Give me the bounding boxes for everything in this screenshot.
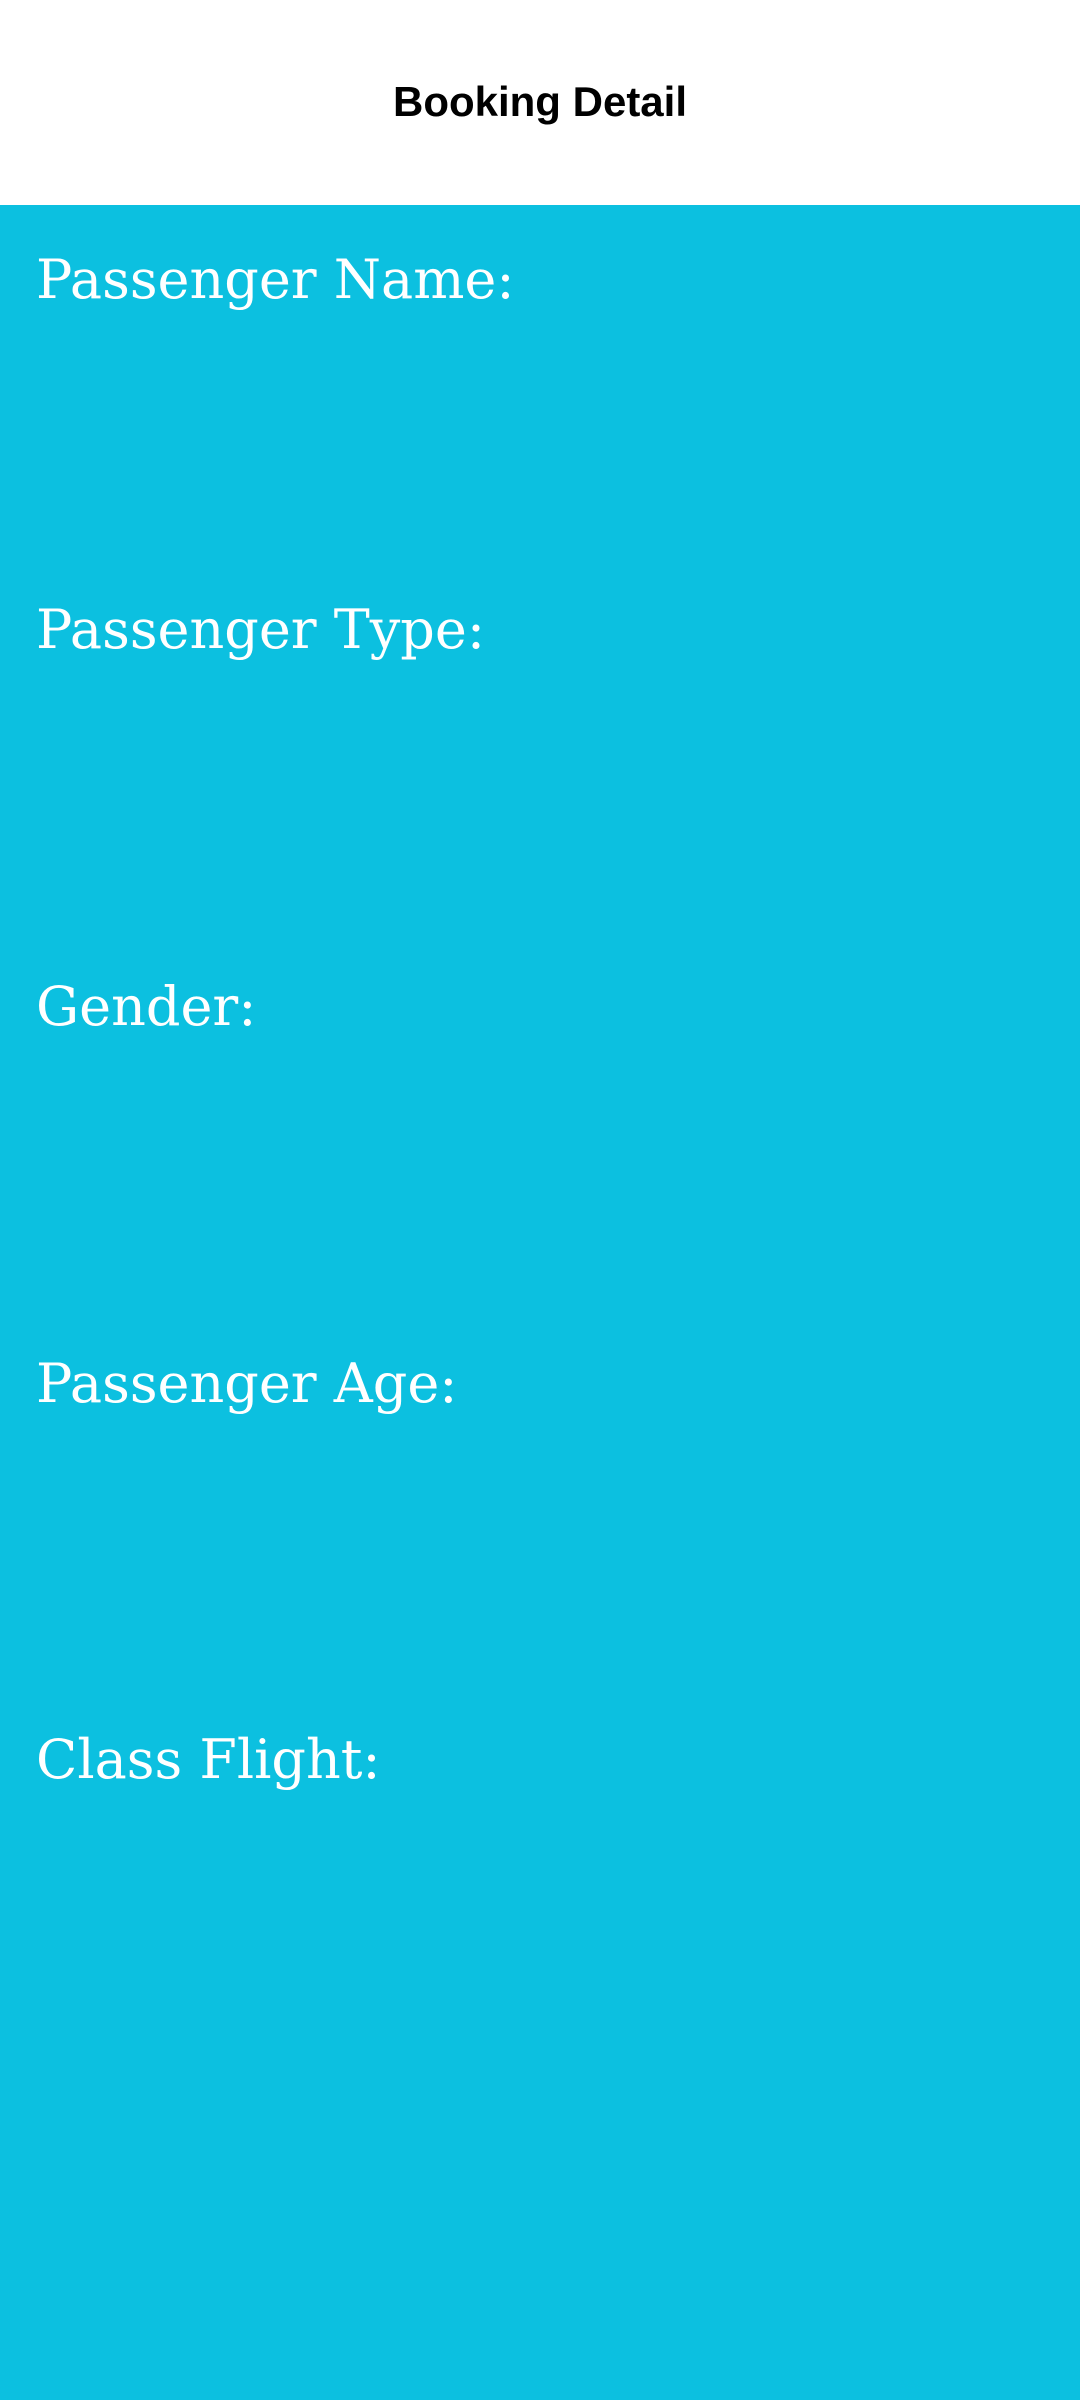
app-bar: Booking Detail (0, 0, 1080, 205)
passenger-name-label: Passenger Name: (36, 248, 515, 311)
gender-label: Gender: (36, 975, 257, 1038)
booking-detail-content: Passenger Name: Passenger Type: Gender: … (0, 205, 1080, 2400)
page-title: Booking Detail (392, 77, 688, 125)
passenger-type-label: Passenger Type: (36, 598, 486, 661)
class-flight-label: Class Flight: (36, 1728, 381, 1791)
passenger-age-label: Passenger Age: (36, 1352, 458, 1415)
